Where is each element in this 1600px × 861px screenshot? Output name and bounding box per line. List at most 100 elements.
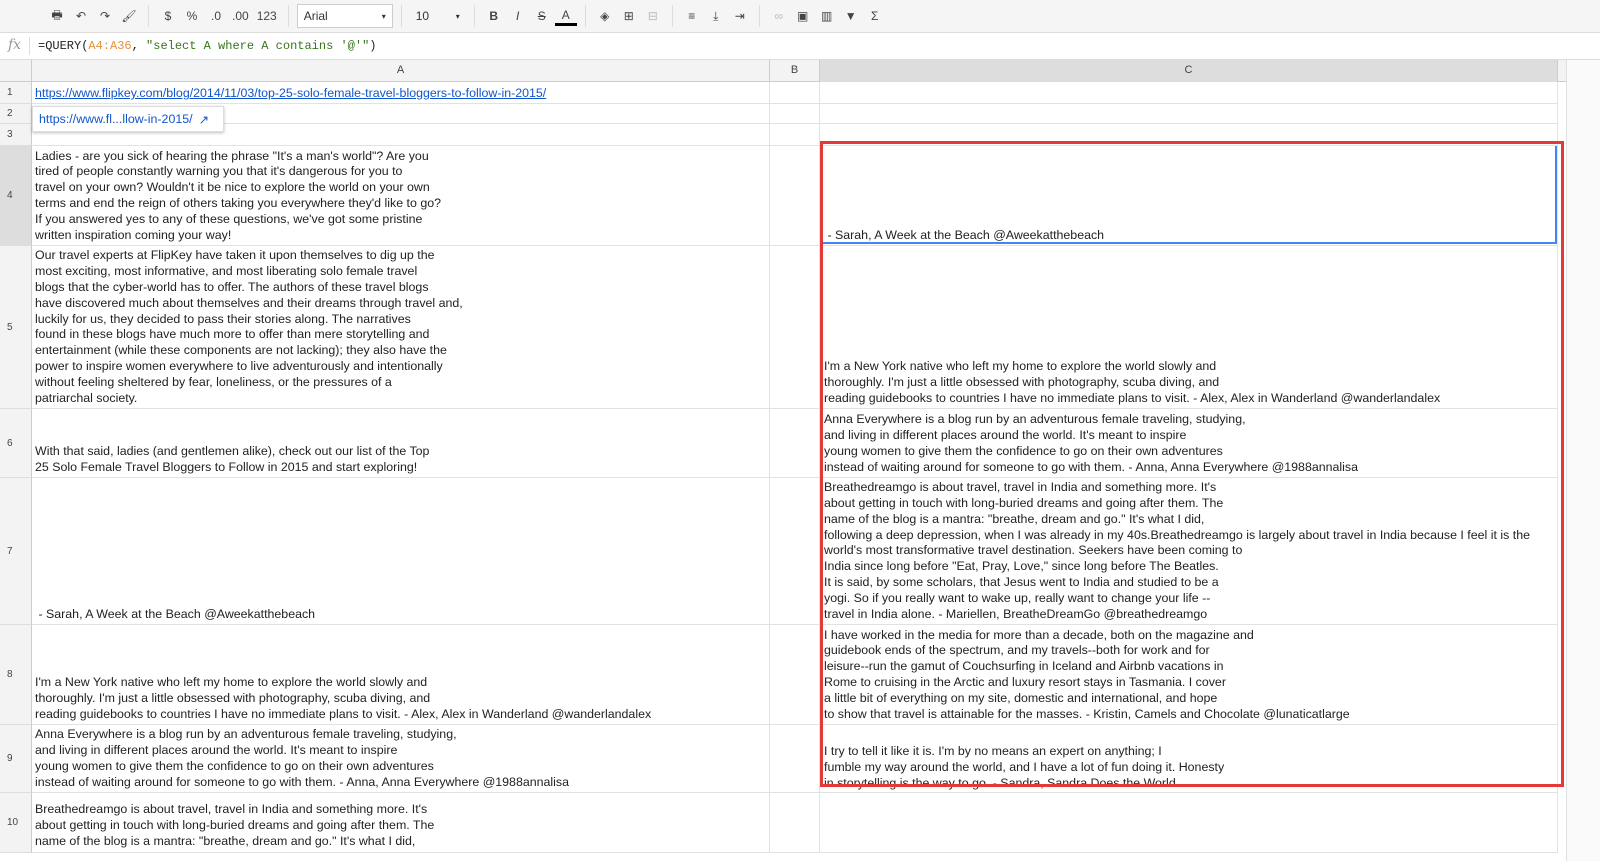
cell-a1[interactable]: https://www.flipkey.com/blog/2014/11/03/… [32, 82, 770, 104]
cell-b5[interactable] [770, 246, 820, 409]
row-header[interactable]: 10 [0, 793, 32, 853]
formula-suffix: ) [369, 39, 377, 53]
redo-icon[interactable]: ↷ [94, 4, 116, 28]
cell-text-line: - Sarah, A Week at the Beach @Aweekatthe… [35, 607, 316, 622]
formula-input[interactable]: =QUERY(A4:A36, "select A where A contain… [30, 39, 377, 53]
column-header-b[interactable]: B [770, 60, 820, 82]
insert-chart-icon[interactable]: ▥ [816, 4, 838, 28]
vertical-align-icon[interactable]: ⤓ [705, 4, 727, 28]
cell-text-line: With that said, ladies (and gentlemen al… [35, 444, 430, 459]
vertical-scrollbar[interactable] [1566, 60, 1600, 861]
cell-b2[interactable] [770, 104, 820, 124]
row-header[interactable]: 8 [0, 625, 32, 725]
cell-a6[interactable]: With that said, ladies (and gentlemen al… [32, 409, 770, 478]
cell-text-line: without feeling sheltered by fear, lonel… [35, 375, 392, 390]
cell-a9[interactable]: Anna Everywhere is a blog run by an adve… [32, 725, 770, 793]
cell-text-line: guidebook ends of the spectrum, and my t… [824, 643, 1210, 658]
cell-c9[interactable]: I try to tell it like it is. I'm by no m… [820, 725, 1558, 793]
cell-text-line: thoroughly. I'm just a little obsessed w… [824, 375, 1220, 390]
filter-icon[interactable]: ▼ [840, 4, 862, 28]
cell-c7[interactable]: Breathedreamgo is about travel, travel i… [820, 478, 1558, 625]
cell-text-line: Anna Everywhere is a blog run by an adve… [35, 727, 457, 742]
column-header-c[interactable]: C [820, 60, 1558, 82]
cell-b4[interactable] [770, 146, 820, 246]
cell-b9[interactable] [770, 725, 820, 793]
cell-text-line: and living in different places around th… [35, 743, 398, 758]
cell-text-line: to show that travel is attainable for th… [824, 707, 1350, 722]
row-header[interactable]: 6 [0, 409, 32, 478]
paint-format-icon[interactable]: 🖌 [118, 4, 140, 28]
cell-c3[interactable] [820, 124, 1558, 146]
insert-comment-icon[interactable]: ▣ [792, 4, 814, 28]
row-header[interactable]: 4 [0, 146, 32, 246]
formula-comma: , [131, 39, 147, 53]
formula-bar[interactable]: fx =QUERY(A4:A36, "select A where A cont… [0, 33, 1600, 60]
cell-a10[interactable]: Breathedreamgo is about travel, travel i… [32, 793, 770, 853]
merge-cells-icon[interactable]: ⊟ [642, 4, 664, 28]
insert-link-icon[interactable]: ∞ [768, 4, 790, 28]
cell-a4[interactable]: Ladies - are you sick of hearing the phr… [32, 146, 770, 246]
cell-text-line: tired of people constantly warning you t… [35, 164, 403, 179]
column-header-a[interactable]: A [32, 60, 770, 82]
select-all-corner[interactable] [0, 60, 32, 82]
cell-b10[interactable] [770, 793, 820, 853]
cell-c4[interactable]: - Sarah, A Week at the Beach @Aweekatthe… [820, 146, 1558, 246]
row-header[interactable]: 1 [0, 82, 32, 104]
cell-c6[interactable]: Anna Everywhere is a blog run by an adve… [820, 409, 1558, 478]
cell-c5[interactable]: I'm a New York native who left my home t… [820, 246, 1558, 409]
cell-c2[interactable] [820, 104, 1558, 124]
functions-button[interactable]: Σ [864, 4, 886, 28]
print-icon[interactable]: 🖶 [46, 4, 68, 28]
borders-icon[interactable]: ⊞ [618, 4, 640, 28]
row-header[interactable]: 7 [0, 478, 32, 625]
row-header[interactable]: 3 [0, 124, 32, 146]
cell-text-line: I have worked in the media for more than… [824, 627, 1254, 642]
undo-icon[interactable]: ↶ [70, 4, 92, 28]
font-family-select[interactable]: Arial ▾ [296, 4, 393, 28]
currency-button[interactable]: $ [157, 4, 179, 28]
align-left-icon[interactable]: ≡ [681, 4, 703, 28]
cell-c10[interactable] [820, 793, 1558, 853]
cell-text-line: Our travel experts at FlipKey have taken… [35, 247, 435, 262]
fill-color-icon[interactable]: ◈ [594, 4, 616, 28]
cell-b7[interactable] [770, 478, 820, 625]
cell-b3[interactable] [770, 124, 820, 146]
more-formats-button[interactable]: 123 [254, 4, 280, 28]
cell-text-line: about getting in touch with long-buried … [824, 495, 1224, 510]
cell-b8[interactable] [770, 625, 820, 725]
row-header[interactable]: 2 [0, 104, 32, 124]
cell-link[interactable]: https://www.flipkey.com/blog/2014/11/03/… [35, 86, 769, 102]
increase-decimal-button[interactable]: .00 [229, 4, 252, 28]
row-header[interactable]: 5 [0, 246, 32, 409]
text-color-button[interactable]: A [554, 6, 577, 26]
strikethrough-button[interactable]: S [531, 4, 553, 28]
cell-c8[interactable]: I have worked in the media for more than… [820, 625, 1558, 725]
cell-a8[interactable]: I'm a New York native who left my home t… [32, 625, 770, 725]
bold-button[interactable]: B [483, 4, 505, 28]
cell-text-line: written inspiration coming your way! [35, 228, 232, 243]
open-external-icon[interactable]: ↗ [199, 112, 209, 127]
selection-border-right [1555, 146, 1557, 244]
cell-text-line: most exciting, most informative, and mos… [35, 263, 418, 278]
cell-text-line: name of the blog is a mantra: "breathe, … [824, 511, 1205, 526]
cell-text-line: travel on your own? Wouldn't it be nice … [35, 180, 430, 195]
cell-text-line: leisure--run the gamut of Couchsurfing i… [824, 659, 1224, 674]
font-size-value: 10 [415, 9, 430, 23]
font-family-value: Arial [303, 9, 328, 23]
percent-button[interactable]: % [181, 4, 203, 28]
cell-text-line: instead of waiting around for someone to… [824, 460, 1359, 475]
cell-text-line: young women to give them the confidence … [35, 759, 434, 774]
cell-c1[interactable] [820, 82, 1558, 104]
link-tooltip[interactable]: https://www.fl...llow-in-2015/ ↗ [32, 106, 224, 132]
cell-text-line: I'm a New York native who left my home t… [35, 675, 428, 690]
cell-a5[interactable]: Our travel experts at FlipKey have taken… [32, 246, 770, 409]
font-size-select[interactable]: 10 ▾ [410, 4, 466, 28]
cell-b6[interactable] [770, 409, 820, 478]
cell-a7[interactable]: - Sarah, A Week at the Beach @Aweekatthe… [32, 478, 770, 625]
link-tooltip-text[interactable]: https://www.fl...llow-in-2015/ [39, 112, 193, 126]
italic-button[interactable]: I [507, 4, 529, 28]
cell-b1[interactable] [770, 82, 820, 104]
text-wrap-icon[interactable]: ⇥ [729, 4, 751, 28]
decrease-decimal-button[interactable]: .0 [205, 4, 227, 28]
row-header[interactable]: 9 [0, 725, 32, 793]
